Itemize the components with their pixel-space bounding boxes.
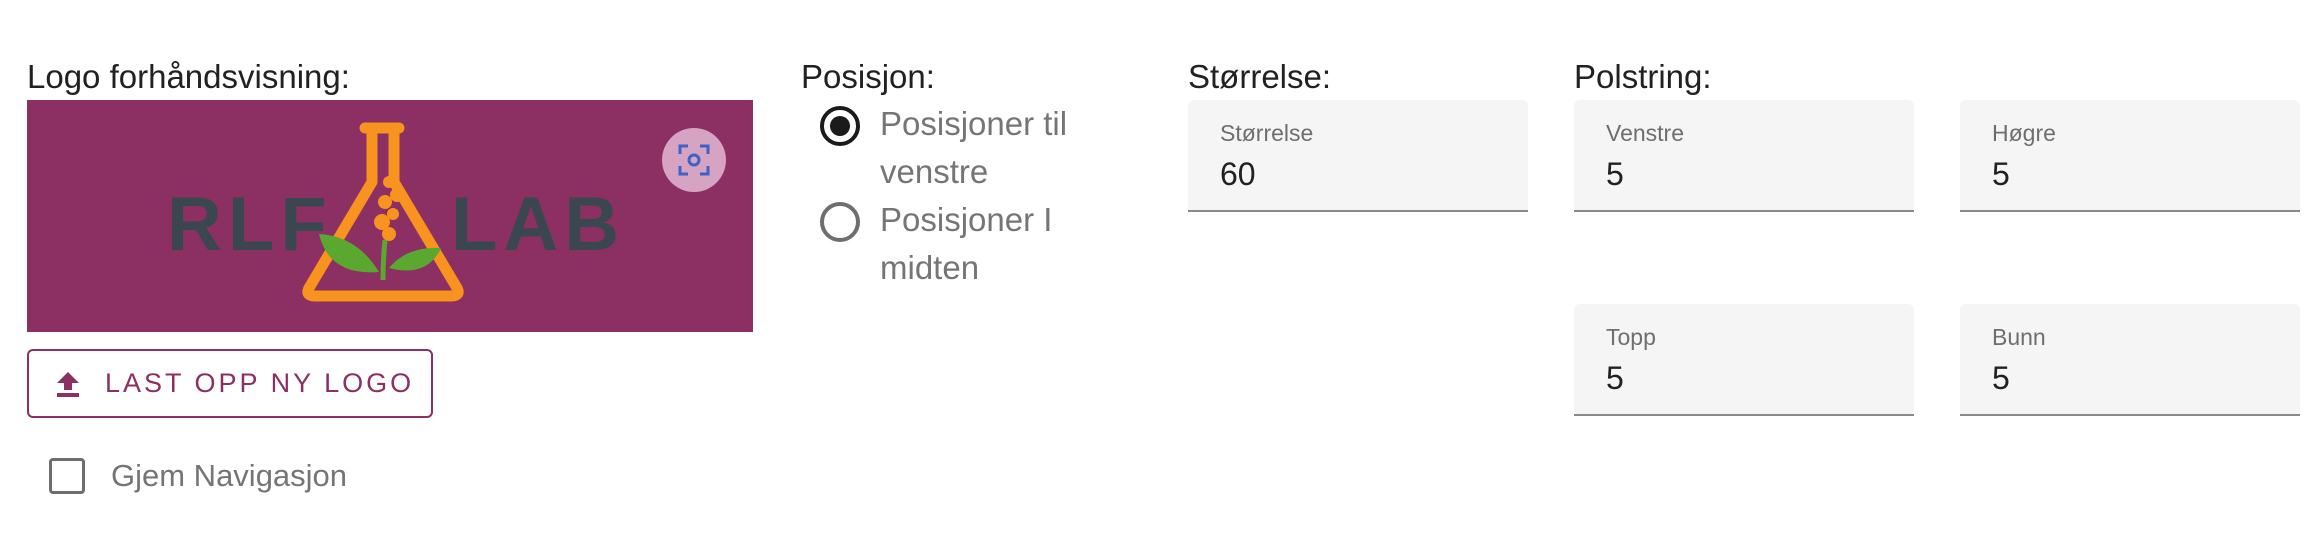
padding-right-value[interactable]: 5 xyxy=(1992,156,2010,193)
hide-navigation-toggle[interactable]: Gjem Navigasjon xyxy=(49,458,347,494)
logo-preview: RLF LAB xyxy=(27,100,753,332)
position-center-label: Posisjoner I midten xyxy=(880,201,1053,286)
upload-logo-button[interactable]: LAST OPP NY LOGO xyxy=(27,349,433,418)
logo-image: RLF LAB xyxy=(167,122,625,302)
padding-top-field[interactable]: Topp 5 xyxy=(1574,304,1914,416)
position-heading: Posisjon: xyxy=(801,58,935,95)
padding-top-label: Topp xyxy=(1606,324,1656,350)
upload-icon xyxy=(55,370,81,398)
position-left-option[interactable]: Posisjoner til venstre xyxy=(820,100,1080,196)
padding-top-value[interactable]: 5 xyxy=(1606,360,1624,397)
position-left-radio[interactable] xyxy=(820,106,860,146)
crop-logo-button[interactable] xyxy=(662,128,726,192)
padding-left-field[interactable]: Venstre 5 xyxy=(1574,100,1914,212)
position-center-option[interactable]: Posisjoner I midten xyxy=(820,196,1080,292)
padding-bottom-value[interactable]: 5 xyxy=(1992,360,2010,397)
crop-focus-icon xyxy=(678,144,710,176)
padding-bottom-field[interactable]: Bunn 5 xyxy=(1960,304,2300,416)
hide-navigation-checkbox[interactable] xyxy=(49,458,85,494)
hide-navigation-label: Gjem Navigasjon xyxy=(111,458,348,493)
padding-right-label: Høgre xyxy=(1992,120,2056,146)
position-center-radio[interactable] xyxy=(820,202,860,242)
logo-text-left: RLF xyxy=(167,182,333,267)
padding-heading: Polstring: xyxy=(1574,58,1712,95)
padding-bottom-label: Bunn xyxy=(1992,324,2046,350)
position-left-label: Posisjoner til venstre xyxy=(880,105,1068,190)
size-heading: Størrelse: xyxy=(1188,58,1332,95)
logo-settings-panel: Logo forhåndsvisning: RLF LAB LAST OPP N… xyxy=(0,0,2324,544)
padding-right-field[interactable]: Høgre 5 xyxy=(1960,100,2300,212)
size-field-value[interactable]: 60 xyxy=(1220,156,1256,193)
size-field[interactable]: Størrelse 60 xyxy=(1188,100,1528,212)
logo-preview-heading: Logo forhåndsvisning: xyxy=(27,58,350,95)
logo-text-right: LAB xyxy=(451,182,625,267)
padding-left-value[interactable]: 5 xyxy=(1606,156,1624,193)
upload-logo-label: LAST OPP NY LOGO xyxy=(105,368,415,398)
padding-left-label: Venstre xyxy=(1606,120,1684,146)
size-field-label: Størrelse xyxy=(1220,120,1314,146)
